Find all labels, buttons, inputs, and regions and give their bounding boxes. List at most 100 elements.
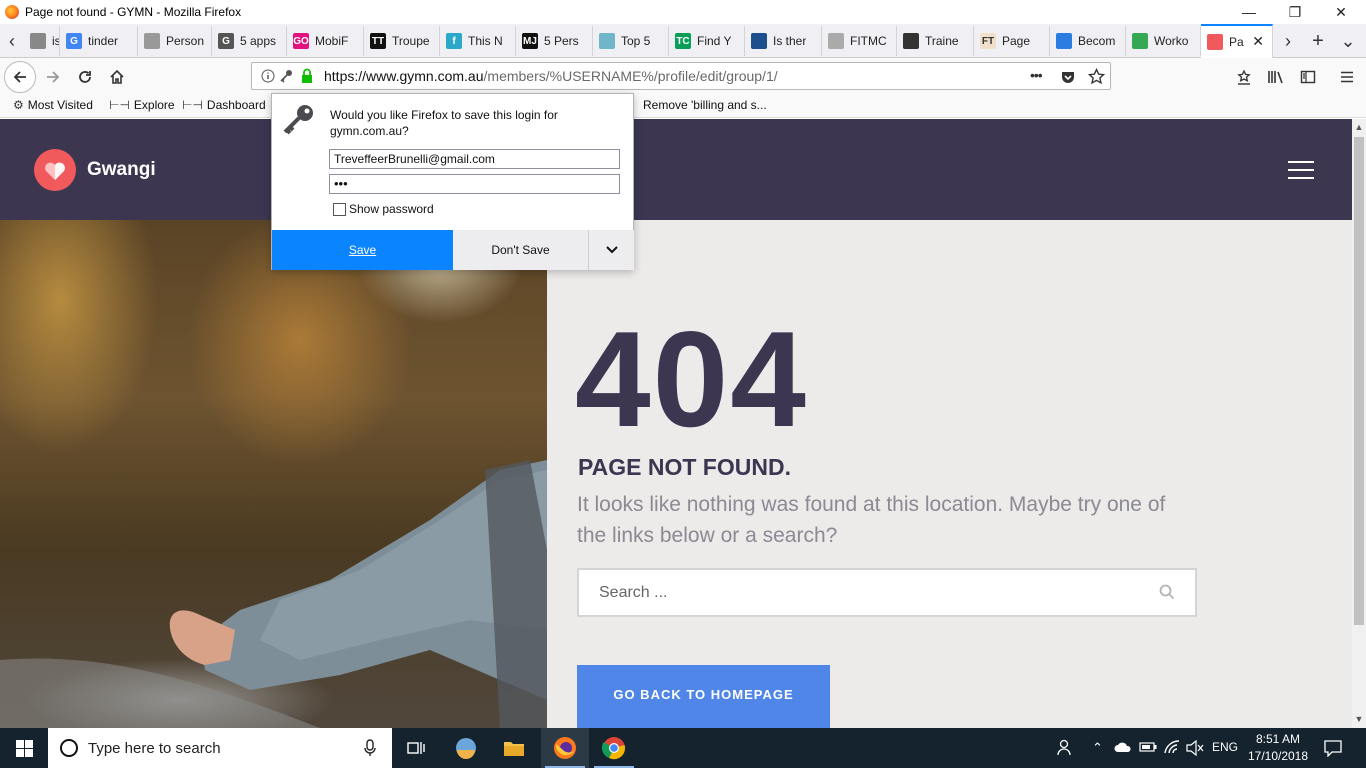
browser-tab[interactable]: f This N (440, 26, 516, 56)
close-tab-icon[interactable]: ✕ (1252, 33, 1264, 50)
browser-tab[interactable]: MJ 5 Pers (516, 26, 593, 56)
browser-tab[interactable]: Top 5 (593, 26, 669, 56)
show-password-checkbox[interactable] (333, 203, 346, 216)
input-language-indicator[interactable]: ENG (1212, 740, 1238, 754)
browser-tab[interactable]: TT Troupe (364, 26, 440, 56)
page-scrollbar[interactable]: ▲ ▼ (1352, 119, 1366, 728)
taskbar-weather-app[interactable] (442, 728, 490, 768)
weather-app-icon (456, 738, 476, 759)
menu-button[interactable] (1332, 62, 1362, 92)
browser-tab[interactable]: G 5 apps (212, 26, 287, 56)
taskbar-file-explorer[interactable] (490, 728, 538, 768)
tabs-scroll-right-button[interactable]: › (1276, 26, 1300, 56)
window-titlebar: Page not found - GYMN - Mozilla Firefox … (0, 0, 1366, 24)
list-all-tabs-button[interactable]: ⌄ (1336, 26, 1360, 56)
key-icon[interactable] (279, 69, 293, 83)
task-view-icon (407, 742, 425, 754)
tabs-scroll-left-button[interactable]: ‹ (0, 26, 24, 56)
site-search-box (577, 568, 1197, 617)
new-tab-button[interactable]: + (1306, 26, 1330, 56)
scroll-up-arrow-icon[interactable]: ▲ (1352, 119, 1366, 135)
scrollbar-thumb[interactable] (1354, 137, 1364, 625)
browser-tab[interactable]: Worko (1126, 26, 1201, 56)
lock-icon[interactable] (300, 68, 314, 84)
gear-icon: ⚙ (13, 98, 24, 112)
browser-tab[interactable]: Pa ✕ (1201, 24, 1273, 58)
scroll-down-arrow-icon[interactable]: ▼ (1352, 711, 1366, 727)
bookmark-dashboard[interactable]: ⊢⊣ Dashboard (182, 98, 266, 112)
site-logo[interactable] (34, 149, 76, 191)
page-actions-button[interactable]: ••• (1030, 67, 1043, 83)
people-icon[interactable] (1055, 739, 1071, 757)
sidebar-button[interactable] (1293, 62, 1323, 92)
login-more-options-button[interactable] (588, 230, 634, 270)
start-button[interactable] (0, 728, 48, 768)
forward-button[interactable] (38, 62, 68, 92)
browser-tab[interactable]: FITMC (822, 26, 897, 56)
heart-logo-icon (45, 162, 65, 180)
show-password-label[interactable]: Show password (349, 202, 434, 216)
back-button[interactable] (4, 61, 36, 93)
browser-tab[interactable]: FT Page (974, 26, 1050, 56)
battery-icon[interactable] (1139, 742, 1157, 752)
browser-tab[interactable]: issp (24, 26, 60, 56)
taskbar-firefox[interactable] (541, 728, 589, 768)
navigation-toolbar: https://www.gymn.com.au/members/%USERNAM… (0, 58, 1366, 94)
window-title: Page not found - GYMN - Mozilla Firefox (25, 5, 242, 19)
tab-label: 5 apps (240, 34, 277, 48)
taskbar-search-placeholder: Type here to search (88, 739, 221, 757)
tab-label: Troupe (392, 34, 430, 48)
browser-tab[interactable]: TC Find Y (669, 26, 745, 56)
taskbar-clock[interactable]: 8:51 AM 17/10/2018 (1242, 731, 1314, 765)
search-icon[interactable] (1159, 584, 1175, 600)
save-login-button[interactable]: Save (272, 230, 453, 270)
url-text[interactable]: https://www.gymn.com.au/members/%USERNAM… (324, 68, 778, 84)
minimize-button[interactable]: — (1226, 0, 1272, 24)
tab-favicon-icon: FT (980, 33, 996, 49)
site-header: Gwangi (0, 119, 1352, 220)
reload-button[interactable] (70, 62, 100, 92)
info-icon[interactable] (261, 69, 275, 83)
show-hidden-icons-chevron-up-icon[interactable]: ⌃ (1092, 740, 1103, 756)
browser-tab[interactable]: GO MobiF (287, 26, 364, 56)
tab-label: Worko (1154, 34, 1189, 48)
error-code: 404 (575, 303, 808, 455)
library-button[interactable] (1261, 62, 1291, 92)
pocket-icon[interactable] (1060, 69, 1076, 85)
browser-tab[interactable]: Traine (897, 26, 974, 56)
restore-button[interactable]: ❐ (1272, 0, 1318, 24)
bookmark-star-icon[interactable] (1088, 68, 1105, 85)
bookmark-remove-billing[interactable]: Remove 'billing and s... (643, 98, 767, 112)
site-brand-name[interactable]: Gwangi (87, 159, 156, 181)
home-button[interactable] (102, 62, 132, 92)
dont-save-login-button[interactable]: Don't Save (453, 230, 588, 270)
browser-tab[interactable]: Is ther (745, 26, 822, 56)
arrow-left-icon (13, 71, 26, 83)
volume-muted-icon[interactable] (1186, 740, 1204, 756)
address-bar[interactable]: https://www.gymn.com.au/members/%USERNAM… (251, 62, 1111, 90)
onedrive-cloud-icon[interactable] (1114, 741, 1132, 753)
task-view-button[interactable] (392, 728, 440, 768)
browser-tab[interactable]: Gtinder (60, 26, 138, 56)
microphone-icon[interactable] (364, 739, 376, 757)
login-password-field[interactable]: ••• (329, 174, 620, 194)
tab-label: Page (1002, 34, 1031, 48)
browser-tab[interactable]: Person (138, 26, 212, 56)
login-username-field[interactable]: TreveffeerBrunelli@gmail.com (329, 149, 620, 169)
wifi-icon[interactable] (1163, 739, 1181, 755)
site-search-input[interactable] (599, 583, 1139, 602)
taskbar-chrome[interactable] (590, 728, 638, 768)
bookmark-explore[interactable]: ⊢⊣ Explore (109, 98, 175, 112)
tab-label: Traine (925, 34, 959, 48)
bookmark-most-visited[interactable]: ⚙ Most Visited (13, 98, 93, 112)
hamburger-menu-icon (1341, 71, 1353, 83)
site-menu-button[interactable] (1288, 161, 1314, 179)
downloads-button[interactable] (1229, 62, 1259, 92)
hitchhiker-image (0, 460, 547, 728)
close-window-button[interactable]: ✕ (1318, 0, 1364, 24)
go-back-home-button[interactable]: GO BACK TO HOMEPAGE (577, 665, 830, 728)
action-center-icon[interactable] (1324, 739, 1342, 757)
browser-tab[interactable]: Becom (1050, 26, 1126, 56)
tab-label: Is ther (773, 34, 807, 48)
taskbar-search-box[interactable]: Type here to search (48, 728, 392, 768)
